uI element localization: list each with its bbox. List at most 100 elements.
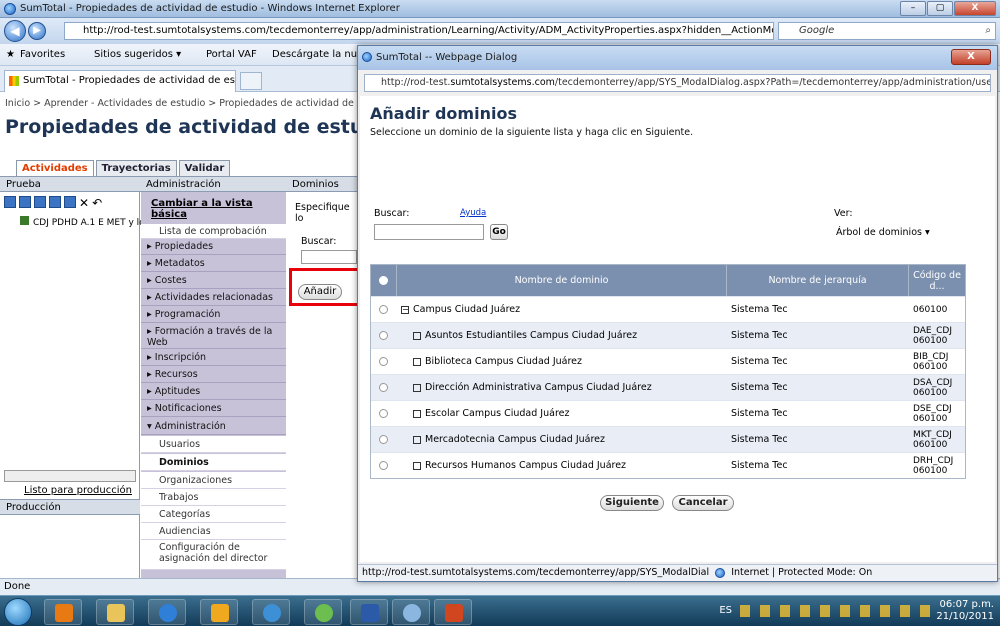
menu-item[interactable]: Configuración de asignación del director <box>141 540 286 570</box>
itunes-icon <box>263 604 281 622</box>
table-row[interactable]: Recursos Humanos Campus Ciudad Juárez Sis… <box>371 452 965 478</box>
menu-item[interactable]: Categorías <box>141 506 286 523</box>
back-icon[interactable]: ◀ <box>4 20 26 42</box>
row-radio[interactable] <box>379 409 388 418</box>
tree-node-icon[interactable] <box>413 383 421 392</box>
code-cell: DAE_CDJ 060100 <box>913 325 952 346</box>
undo-icon[interactable]: ↶ <box>92 196 102 210</box>
buscar-input[interactable] <box>374 224 484 240</box>
menu-item[interactable]: ▸ Formación a través de la Web <box>141 324 286 349</box>
go-button[interactable]: Go <box>490 224 508 240</box>
collapse-icon[interactable]: − <box>401 305 409 314</box>
tree-node-icon[interactable] <box>413 461 421 470</box>
table-row[interactable]: Dirección Administrativa Campus Ciudad J… <box>371 374 965 400</box>
menu-item[interactable]: ▸ Metadatos <box>141 256 286 272</box>
col-codigo[interactable]: Código de d... <box>909 265 965 296</box>
row-radio[interactable] <box>379 331 388 340</box>
fav-item-portal-vaf[interactable]: Portal VAF <box>206 49 257 60</box>
menu-item[interactable]: ▸ Notificaciones <box>141 401 286 417</box>
row-radio[interactable] <box>379 305 388 314</box>
menu-item[interactable]: Lista de comprobación <box>141 224 286 239</box>
listo-para-produccion-link[interactable]: Listo para producción <box>24 485 132 496</box>
menu-item[interactable]: ▸ Recursos <box>141 367 286 383</box>
tree-item[interactable]: CDJ PDHD A.1 E MET y lo <box>20 216 145 228</box>
tray-icons[interactable] <box>740 605 936 617</box>
row-radio-cell <box>371 323 397 348</box>
menu-item[interactable]: Dominios <box>141 454 286 471</box>
menu-item[interactable]: Audiencias <box>141 523 286 540</box>
paint-icon <box>403 604 421 622</box>
menu-item[interactable]: ▸ Inscripción <box>141 350 286 366</box>
menu-item[interactable]: ▸ Aptitudes <box>141 384 286 400</box>
tab-actividades[interactable]: Actividades <box>16 160 94 176</box>
toolbar-icon-5[interactable] <box>64 196 76 208</box>
dialog-close-button[interactable]: X <box>951 49 991 65</box>
toolbar-icon-3[interactable] <box>34 196 46 208</box>
tray-clock[interactable]: 06:07 p.m. 21/10/2011 <box>936 599 994 623</box>
close-button[interactable]: X <box>954 1 996 16</box>
tree-node-icon[interactable] <box>413 435 421 444</box>
taskbar-powerpoint[interactable] <box>434 599 472 625</box>
anadir-button[interactable]: Añadir <box>298 284 342 300</box>
cambiar-vista-basica-link[interactable]: Cambiar a la vista básica <box>151 198 286 220</box>
status-text: Done <box>4 581 31 592</box>
table-row[interactable]: Asuntos Estudiantiles Campus Ciudad Juár… <box>371 322 965 348</box>
tree-node-icon[interactable] <box>413 409 421 418</box>
table-row[interactable]: Escolar Campus Ciudad Juárez Sistema Tec D… <box>371 400 965 426</box>
tree-node-icon[interactable] <box>413 331 421 340</box>
restore-button[interactable]: ▢ <box>927 1 953 16</box>
address-bar[interactable]: http://rod-test.sumtotalsystems.com/tecd… <box>64 22 774 40</box>
horizontal-scrollbar[interactable] <box>4 470 136 482</box>
header-radio <box>371 265 397 296</box>
taskbar-explorer[interactable] <box>96 599 134 625</box>
taskbar-paint[interactable] <box>392 599 430 625</box>
row-radio[interactable] <box>379 435 388 444</box>
search-input[interactable]: Google ⌕ <box>778 22 996 40</box>
media-icon <box>55 604 73 622</box>
col-nombre-dominio[interactable]: Nombre de dominio <box>397 265 727 296</box>
menu-item[interactable]: ▸ Actividades relacionadas <box>141 290 286 306</box>
buscar-input[interactable] <box>301 250 357 264</box>
table-row[interactable]: Mercadotecnia Campus Ciudad Juárez Sistem… <box>371 426 965 452</box>
taskbar-messenger[interactable] <box>304 599 342 625</box>
row-radio[interactable] <box>379 357 388 366</box>
favorites-button[interactable]: Favorites <box>20 49 65 60</box>
menu-item[interactable]: ▸ Costes <box>141 273 286 289</box>
table-row[interactable]: − Campus Ciudad Juárez Sistema Tec 060100 <box>371 296 965 322</box>
new-tab-button[interactable] <box>240 72 262 90</box>
row-radio[interactable] <box>379 383 388 392</box>
tray-language[interactable]: ES <box>719 605 732 616</box>
menu-item[interactable]: ▸ Propiedades <box>141 239 286 255</box>
forward-icon[interactable]: ▶ <box>28 22 46 40</box>
new-icon[interactable] <box>4 196 16 208</box>
menu-item[interactable]: Organizaciones <box>141 472 286 489</box>
menu-item[interactable]: Usuarios <box>141 436 286 453</box>
tab-sumtotal[interactable]: SumTotal - Propiedades de actividad de e… <box>4 70 236 92</box>
menu-item[interactable]: ▸ Programación <box>141 307 286 323</box>
dialog-title-bar: SumTotal -- Webpage Dialog X <box>358 46 997 70</box>
toolbar-icon-4[interactable] <box>49 196 61 208</box>
ver-select[interactable]: Árbol de dominios ▾ <box>834 225 942 241</box>
taskbar-ie[interactable] <box>148 599 186 625</box>
delete-icon[interactable]: ✕ <box>79 196 89 210</box>
minimize-button[interactable]: – <box>900 1 926 16</box>
fav-item-sitios[interactable]: Sitios sugeridos ▾ <box>94 49 181 60</box>
row-radio[interactable] <box>379 461 388 470</box>
menu-item[interactable]: Trabajos <box>141 489 286 506</box>
tab-validar[interactable]: Validar <box>178 160 231 176</box>
tree-node-icon[interactable] <box>413 357 421 366</box>
start-button[interactable] <box>4 598 32 626</box>
tab-trayectorias[interactable]: Trayectorias <box>95 160 177 176</box>
toolbar-icon-2[interactable] <box>19 196 31 208</box>
ayuda-link[interactable]: Ayuda <box>460 208 486 218</box>
taskbar-itunes[interactable] <box>252 599 290 625</box>
menu-item[interactable]: ▾ Administración <box>141 418 286 435</box>
siguiente-button[interactable]: Siguiente <box>600 495 664 511</box>
cancelar-button[interactable]: Cancelar <box>672 495 734 511</box>
table-row[interactable]: Biblioteca Campus Ciudad Juárez Sistema T… <box>371 348 965 374</box>
taskbar-word[interactable] <box>350 599 388 625</box>
taskbar-media-center[interactable] <box>44 599 82 625</box>
search-icon[interactable]: ⌕ <box>985 23 991 39</box>
col-nombre-jerarquia[interactable]: Nombre de jerarquía <box>727 265 909 296</box>
taskbar-outlook[interactable] <box>200 599 238 625</box>
